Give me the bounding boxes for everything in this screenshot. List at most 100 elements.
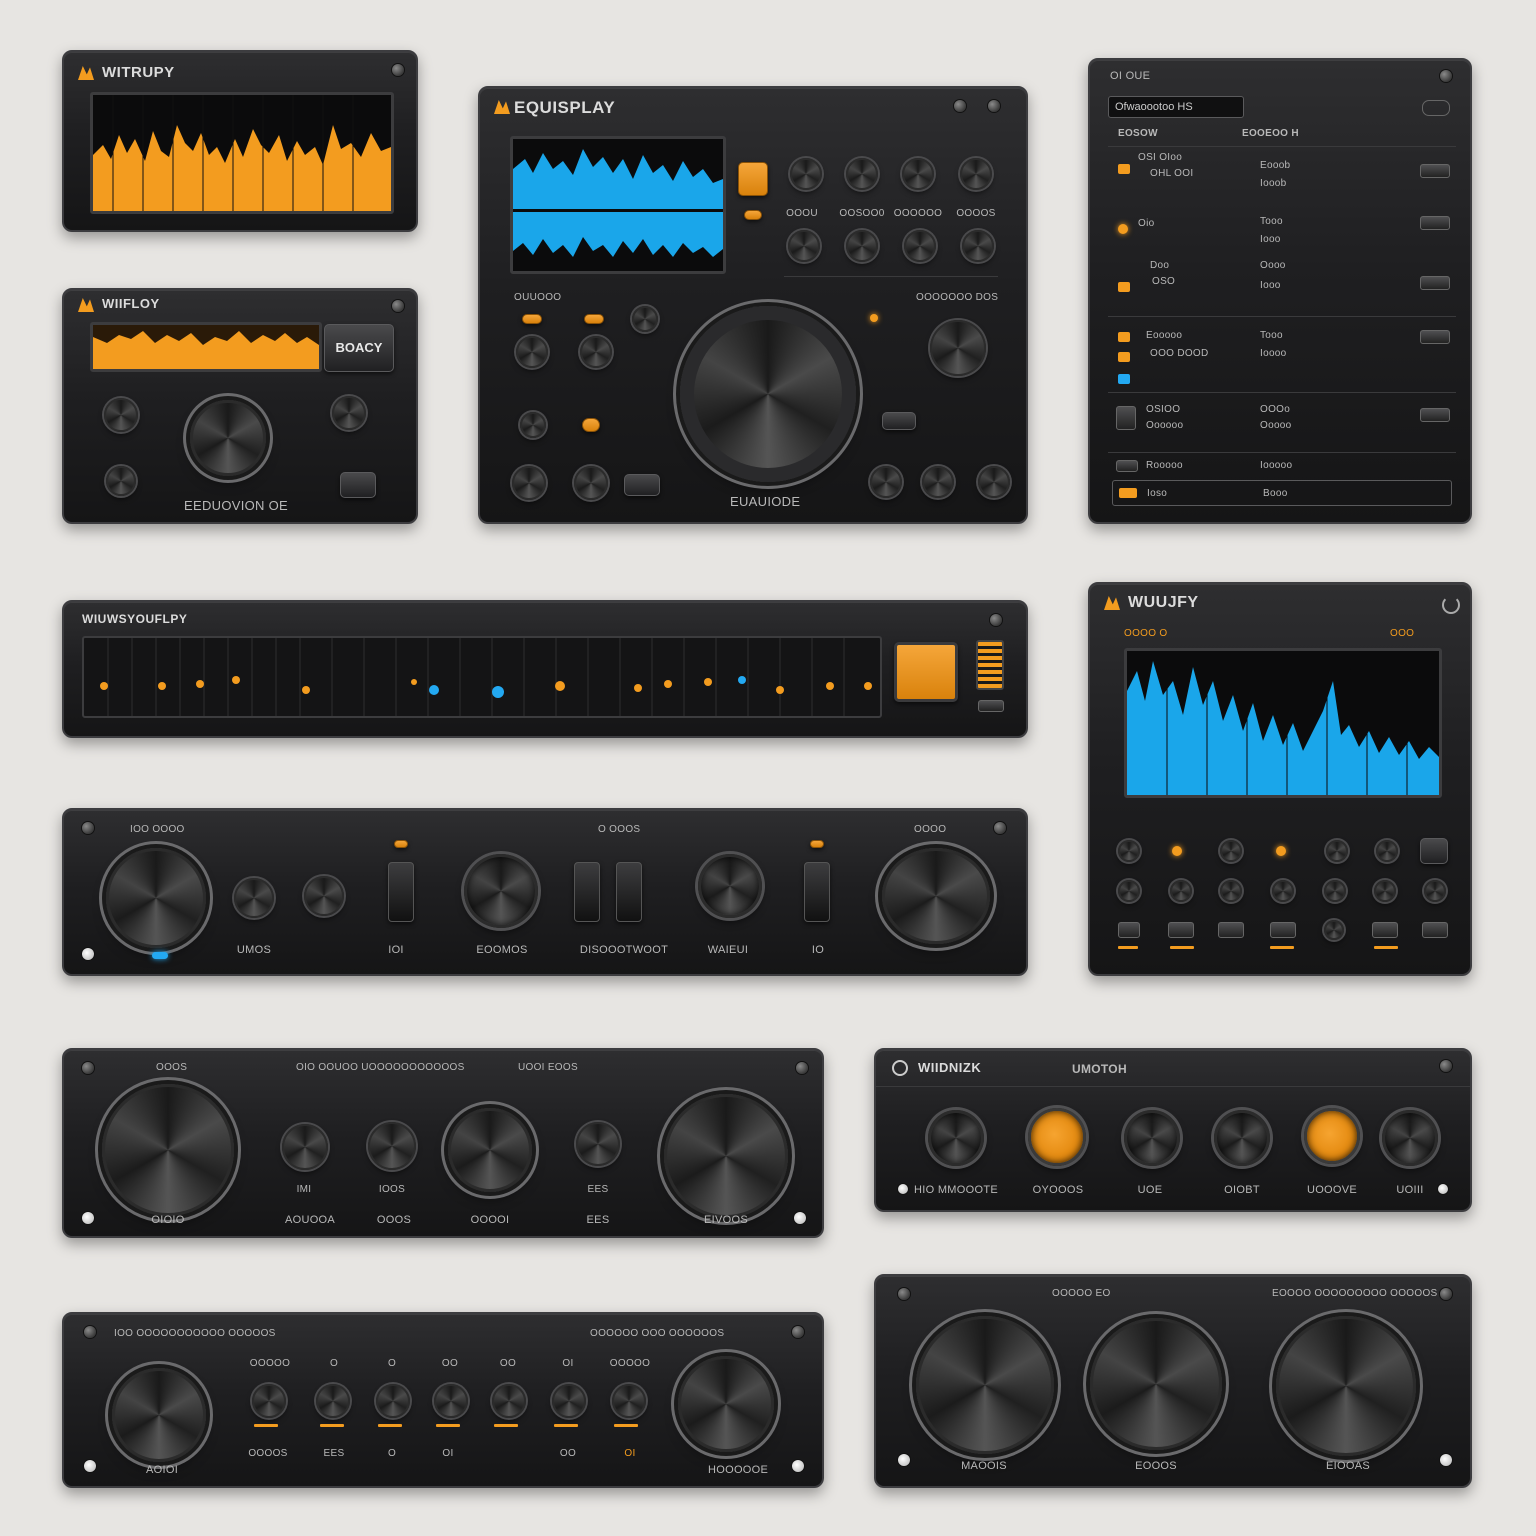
input-knob[interactable] xyxy=(112,1368,206,1462)
knob-active[interactable] xyxy=(1304,1108,1360,1164)
indicator-button[interactable] xyxy=(582,418,600,432)
pad-button[interactable] xyxy=(1422,922,1448,938)
knob[interactable] xyxy=(516,336,548,368)
list-item[interactable]: OSI OIoo OHL OOI Eooob Iooob xyxy=(1090,152,1474,204)
knob[interactable] xyxy=(368,1122,416,1170)
knob[interactable] xyxy=(1374,880,1396,902)
band-knob[interactable] xyxy=(612,1384,646,1418)
output-knob[interactable] xyxy=(678,1356,774,1452)
mode-button[interactable] xyxy=(738,162,768,196)
boacy-button[interactable]: BOACY xyxy=(324,324,394,372)
knob[interactable] xyxy=(1424,880,1446,902)
toggle-button[interactable] xyxy=(340,472,376,498)
knob[interactable] xyxy=(922,466,954,498)
knob[interactable] xyxy=(1326,840,1348,862)
knob[interactable] xyxy=(1324,920,1344,940)
knob[interactable] xyxy=(576,1122,620,1166)
volume-knob[interactable] xyxy=(882,848,990,944)
fader[interactable] xyxy=(616,862,642,922)
fader[interactable] xyxy=(804,862,830,922)
small-button[interactable] xyxy=(1420,838,1448,864)
knob[interactable] xyxy=(282,1124,328,1170)
small-button[interactable] xyxy=(882,412,916,430)
list-item[interactable]: Oio Tooo Iooo xyxy=(1090,206,1474,258)
knob[interactable] xyxy=(234,878,274,918)
knob[interactable] xyxy=(1118,880,1140,902)
knob[interactable] xyxy=(846,230,878,262)
band-knob[interactable] xyxy=(376,1384,410,1418)
knob[interactable] xyxy=(332,396,366,430)
band-knob[interactable] xyxy=(252,1384,286,1418)
knob[interactable] xyxy=(1118,840,1140,862)
knob[interactable] xyxy=(846,158,878,190)
small-button[interactable] xyxy=(624,474,660,496)
knob[interactable] xyxy=(1170,880,1192,902)
search-input[interactable]: Ofwaoootoo HS xyxy=(1108,96,1244,118)
knob[interactable] xyxy=(904,230,936,262)
pad-button[interactable] xyxy=(1372,922,1398,938)
knob[interactable] xyxy=(1324,880,1346,902)
knob[interactable] xyxy=(1214,1110,1270,1166)
track-action-button[interactable] xyxy=(1420,330,1450,344)
knob[interactable] xyxy=(928,1110,984,1166)
knob[interactable] xyxy=(1376,840,1398,862)
band-knob[interactable] xyxy=(552,1384,586,1418)
track-action-button[interactable] xyxy=(1420,164,1450,178)
pad-button[interactable] xyxy=(1118,922,1140,938)
track-action-button[interactable] xyxy=(1420,216,1450,230)
master-knob[interactable] xyxy=(916,1316,1054,1454)
knob[interactable] xyxy=(520,412,546,438)
knob[interactable] xyxy=(790,158,822,190)
list-item[interactable]: Doo OSO Oooo Iooo xyxy=(1090,256,1474,308)
knob[interactable] xyxy=(1272,880,1294,902)
knob[interactable] xyxy=(1382,1110,1438,1166)
gain-knob[interactable] xyxy=(106,848,206,948)
band-knob[interactable] xyxy=(434,1384,468,1418)
knob[interactable] xyxy=(106,466,136,496)
knob[interactable] xyxy=(580,336,612,368)
knob[interactable] xyxy=(870,466,902,498)
knob[interactable] xyxy=(512,466,546,500)
pad-button[interactable] xyxy=(894,642,958,702)
track-action-button[interactable] xyxy=(1420,408,1450,422)
knob[interactable] xyxy=(104,398,138,432)
knob[interactable] xyxy=(962,230,994,262)
knob[interactable] xyxy=(304,876,344,916)
master-knob[interactable] xyxy=(1276,1316,1416,1456)
knob[interactable] xyxy=(1220,880,1242,902)
master-knob[interactable] xyxy=(1090,1318,1222,1450)
pad-button[interactable] xyxy=(1168,922,1194,938)
knob[interactable] xyxy=(464,854,538,928)
band-knob[interactable] xyxy=(316,1384,350,1418)
small-button[interactable] xyxy=(978,700,1004,712)
band-knob[interactable] xyxy=(492,1384,526,1418)
track-action-button[interactable] xyxy=(1420,276,1450,290)
knob[interactable] xyxy=(698,854,762,918)
output-knob[interactable] xyxy=(664,1094,788,1218)
indicator-button[interactable] xyxy=(522,314,542,324)
knob-active[interactable] xyxy=(1028,1108,1086,1166)
jog-wheel[interactable] xyxy=(680,306,856,482)
fader[interactable] xyxy=(388,862,414,922)
input-knob[interactable] xyxy=(102,1084,234,1216)
knob[interactable] xyxy=(1220,840,1242,862)
search-toggle-icon[interactable] xyxy=(1422,100,1450,116)
knob[interactable] xyxy=(788,230,820,262)
knob[interactable] xyxy=(574,466,608,500)
knob[interactable] xyxy=(902,158,934,190)
pad-button[interactable] xyxy=(1218,922,1244,938)
power-icon[interactable] xyxy=(1442,596,1460,614)
knob[interactable] xyxy=(960,158,992,190)
list-item[interactable]: OSIOO Oooooo OOOo Ooooo xyxy=(1090,402,1474,446)
knob[interactable] xyxy=(930,320,986,376)
pad-button[interactable] xyxy=(1270,922,1296,938)
main-knob[interactable] xyxy=(190,400,266,476)
knob[interactable] xyxy=(1124,1110,1180,1166)
list-item[interactable]: Eooooo OOO DOOD Tooo Ioooo xyxy=(1090,326,1474,386)
sequencer-grid[interactable] xyxy=(82,636,882,718)
knob[interactable] xyxy=(978,466,1010,498)
indicator-button[interactable] xyxy=(584,314,604,324)
fader[interactable] xyxy=(574,862,600,922)
knob[interactable] xyxy=(632,306,658,332)
knob[interactable] xyxy=(448,1108,532,1192)
